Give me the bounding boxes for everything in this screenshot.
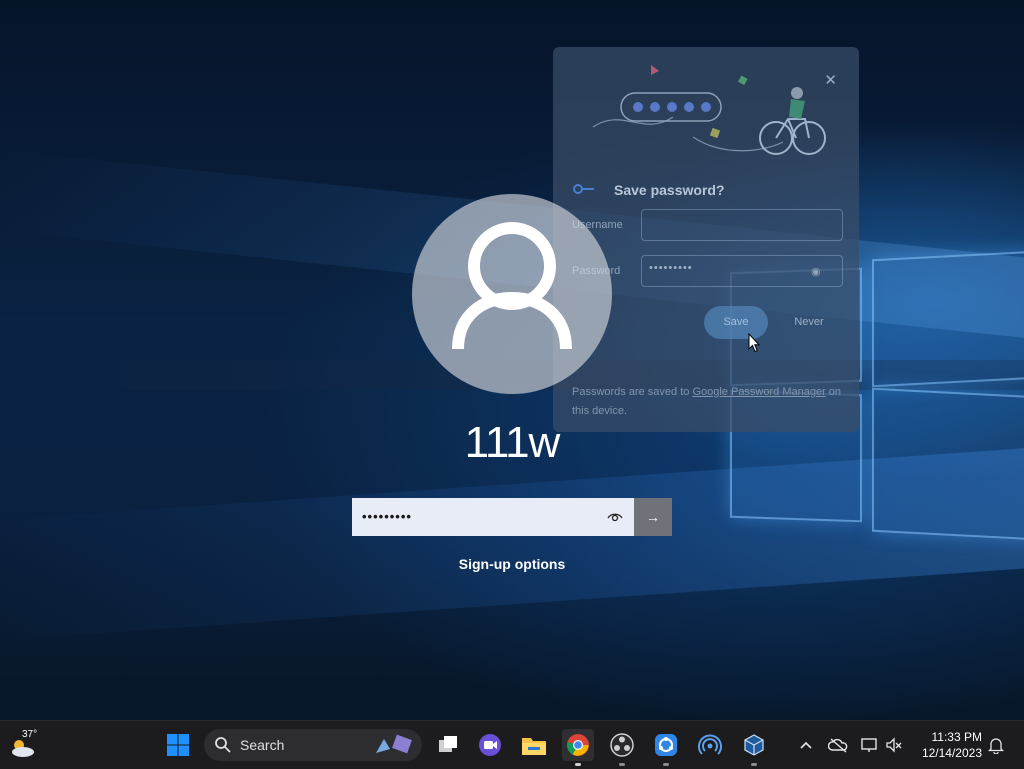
start-button[interactable] bbox=[162, 729, 194, 761]
task-view-icon bbox=[439, 736, 457, 752]
taskbar: 37° Search 11:33 PM 12/14/2023 bbox=[0, 720, 1024, 769]
weather-temperature: 37° bbox=[22, 729, 38, 740]
search-icon bbox=[215, 737, 231, 753]
sync-app-button[interactable] bbox=[650, 729, 682, 766]
close-icon[interactable]: ✕ bbox=[824, 71, 837, 89]
display-icon bbox=[861, 738, 877, 752]
user-icon bbox=[452, 222, 572, 350]
running-indicator bbox=[663, 763, 669, 766]
weather-widget[interactable]: 37° bbox=[8, 729, 40, 763]
network-app-button[interactable] bbox=[694, 729, 726, 761]
running-indicator bbox=[575, 763, 581, 766]
task-view-button[interactable] bbox=[432, 729, 464, 761]
dialog-footer: Passwords are saved to Google Password M… bbox=[572, 383, 842, 421]
onedrive-icon bbox=[828, 738, 848, 753]
meet-icon bbox=[479, 734, 501, 756]
virtualbox-icon bbox=[744, 734, 764, 756]
show-hidden-icons-button[interactable] bbox=[796, 735, 816, 755]
username-field[interactable] bbox=[641, 209, 843, 241]
notification-bell-icon bbox=[988, 738, 1004, 754]
windows-logo-pane bbox=[872, 250, 1024, 388]
search-highlight-icon bbox=[376, 734, 412, 754]
password-illustration bbox=[592, 65, 826, 155]
chrome-button[interactable] bbox=[562, 729, 594, 766]
volume-button[interactable] bbox=[884, 735, 904, 755]
notification-button[interactable] bbox=[986, 735, 1006, 755]
obs-button[interactable] bbox=[606, 729, 638, 766]
taskbar-clock[interactable]: 11:33 PM 12/14/2023 bbox=[912, 729, 982, 761]
file-explorer-icon bbox=[522, 738, 546, 755]
obs-icon bbox=[610, 733, 634, 757]
arrow-right-icon: → bbox=[646, 509, 660, 525]
reveal-password-icon[interactable] bbox=[606, 508, 624, 526]
eye-icon[interactable]: ◉ bbox=[811, 265, 821, 278]
virtualbox-button[interactable] bbox=[738, 729, 770, 766]
windows-start-icon bbox=[167, 734, 189, 756]
submit-button[interactable]: → bbox=[634, 498, 672, 536]
user-avatar bbox=[412, 194, 612, 394]
password-value: ••••••••• bbox=[362, 509, 412, 524]
network-app-icon bbox=[698, 734, 722, 755]
sign-up-options-link[interactable]: Sign-up options bbox=[0, 556, 1024, 572]
light-beam bbox=[0, 443, 1024, 640]
display-button[interactable] bbox=[860, 735, 880, 755]
never-button[interactable]: Never bbox=[779, 306, 839, 339]
search-label: Search bbox=[240, 737, 285, 753]
running-indicator bbox=[751, 763, 757, 766]
clock-time: 11:33 PM bbox=[931, 730, 982, 744]
meet-app-button[interactable] bbox=[474, 729, 506, 761]
mouse-cursor-icon bbox=[748, 333, 760, 353]
running-indicator bbox=[619, 763, 625, 766]
dialog-password-value: ••••••••• bbox=[649, 262, 693, 274]
chrome-icon bbox=[567, 734, 589, 756]
chevron-up-icon bbox=[800, 741, 812, 749]
username-display: 111w bbox=[464, 418, 561, 467]
dialog-title: Save password? bbox=[614, 182, 725, 198]
lock-screen-background: ✕ Save password? Username Password •••••… bbox=[0, 0, 1024, 720]
onedrive-button[interactable] bbox=[828, 735, 848, 755]
password-manager-link[interactable]: Google Password Manager bbox=[692, 386, 825, 398]
volume-muted-icon bbox=[886, 737, 902, 753]
sync-app-icon bbox=[655, 734, 677, 756]
password-input[interactable]: ••••••••• bbox=[352, 498, 634, 536]
clock-date: 12/14/2023 bbox=[921, 746, 982, 760]
taskbar-search-box[interactable]: Search bbox=[204, 729, 422, 761]
file-explorer-button[interactable] bbox=[518, 729, 550, 761]
